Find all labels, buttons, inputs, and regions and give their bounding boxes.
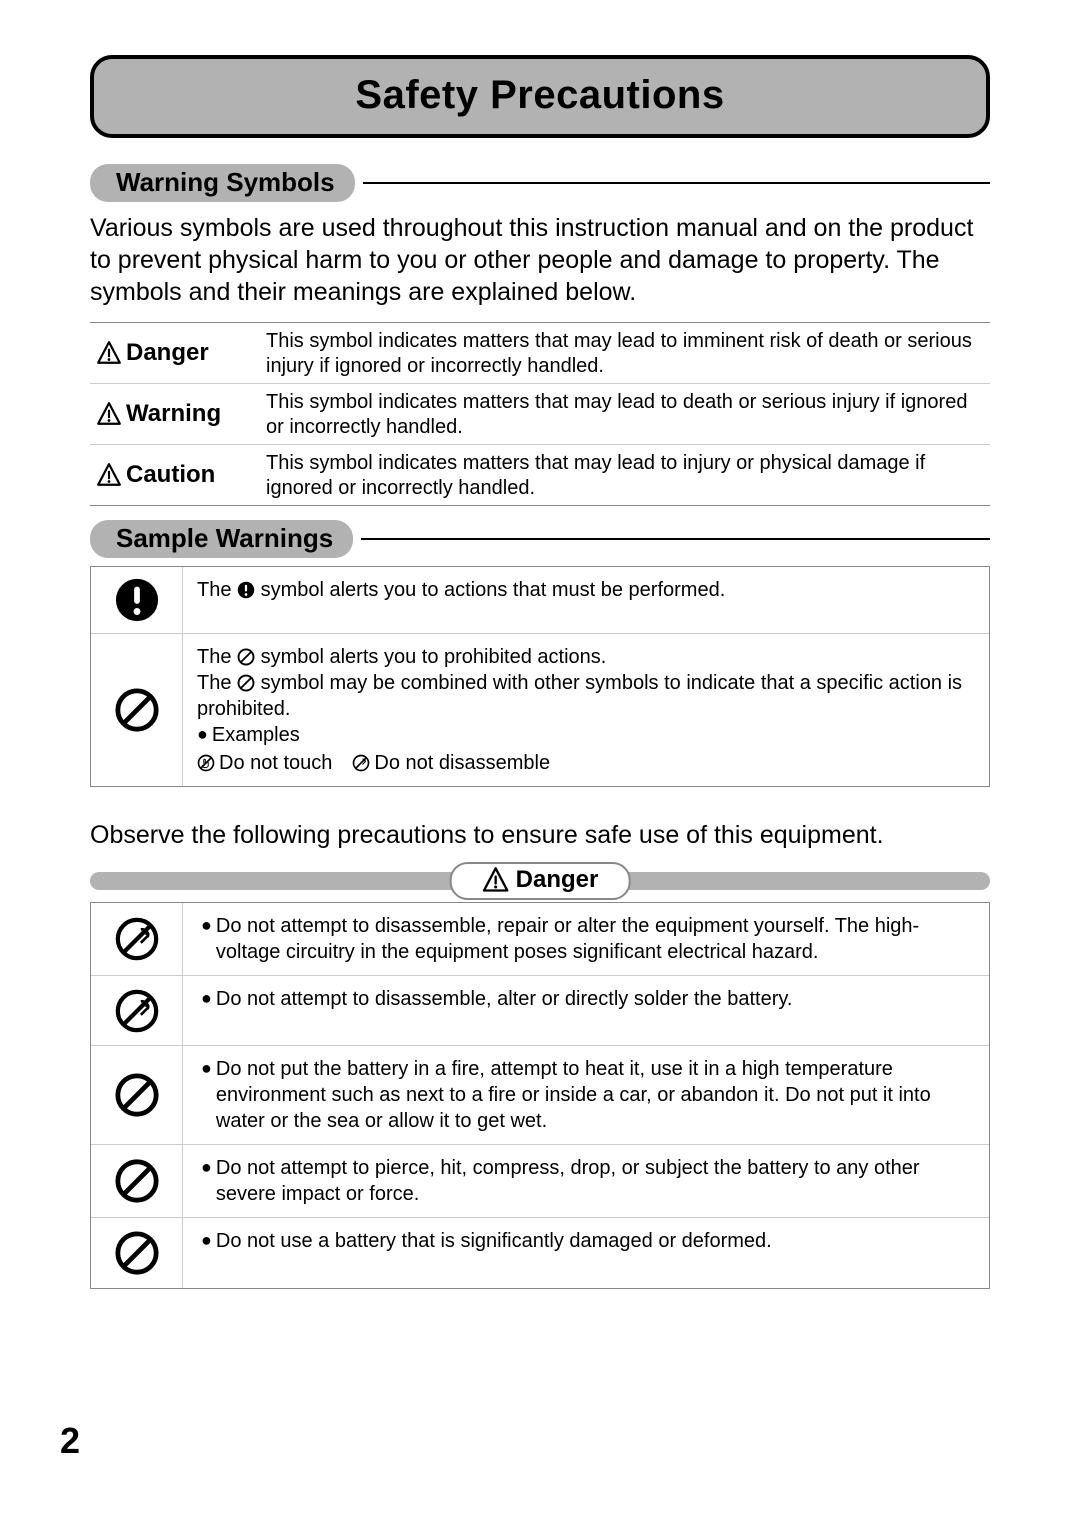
danger-text: ●Do not put the battery in a fire, attem… (183, 1046, 989, 1144)
warning-triangle-icon (482, 866, 510, 894)
sample-warnings-table: The symbol alerts you to actions that mu… (90, 566, 990, 787)
bullet-icon: ● (201, 1228, 212, 1253)
no-disassemble-icon (114, 988, 160, 1034)
prohibit-icon (114, 1230, 160, 1276)
text-fragment: The (197, 646, 237, 668)
danger-row: ●Do not attempt to disassemble, repair o… (91, 903, 989, 976)
section-header-sample-warnings: Sample Warnings (90, 520, 990, 558)
sample-icon-cell (91, 567, 183, 633)
danger-row: ●Do not attempt to disassemble, alter or… (91, 976, 989, 1046)
danger-text: ●Do not use a battery that is significan… (183, 1218, 989, 1288)
text-fragment: symbol may be combined with other symbol… (197, 672, 962, 720)
section-rule (363, 182, 990, 184)
danger-icon-cell (91, 903, 183, 975)
danger-icon-cell (91, 1046, 183, 1144)
danger-text: ●Do not attempt to disassemble, repair o… (183, 903, 989, 975)
definition-label: Caution (96, 449, 266, 501)
prohibit-icon (114, 1158, 160, 1204)
warning-triangle-icon (96, 462, 122, 488)
danger-row: ●Do not use a battery that is significan… (91, 1218, 989, 1288)
no-disassemble-icon (352, 754, 370, 772)
prohibit-icon (237, 648, 255, 666)
sample-row-prohibited: The symbol alerts you to prohibited acti… (91, 634, 989, 786)
bullet-icon: ● (201, 1155, 212, 1180)
example-no-touch: Do not touch (197, 750, 332, 776)
danger-row: ●Do not attempt to pierce, hit, compress… (91, 1145, 989, 1218)
bullet-icon: ● (201, 1056, 212, 1081)
definition-text: This symbol indicates matters that may l… (266, 388, 984, 440)
definition-label-text: Warning (126, 400, 221, 428)
example-no-disassemble: Do not disassemble (352, 750, 550, 776)
definition-label: Warning (96, 388, 266, 440)
sample-row-mandatory: The symbol alerts you to actions that mu… (91, 567, 989, 634)
definition-text: This symbol indicates matters that may l… (266, 449, 984, 501)
bullet-icon: ● (201, 986, 212, 1011)
section-header-warning-symbols: Warning Symbols (90, 164, 990, 202)
danger-icon-cell (91, 1218, 183, 1288)
text-fragment: The (197, 672, 237, 694)
page: Safety Precautions Warning Symbols Vario… (0, 0, 1080, 1522)
danger-heading-bar: Danger (90, 862, 990, 902)
observe-text: Observe the following precautions to ens… (90, 821, 990, 850)
title-box: Safety Precautions (90, 55, 990, 138)
sample-icon-cell (91, 634, 183, 786)
page-number: 2 (60, 1420, 80, 1462)
mandatory-action-icon (237, 581, 255, 599)
bullet-icon: ● (201, 913, 212, 938)
danger-item-text: Do not attempt to disassemble, alter or … (216, 986, 793, 1012)
no-disassemble-icon (114, 916, 160, 962)
mandatory-action-icon (114, 577, 160, 623)
text-fragment: symbol alerts you to actions that must b… (255, 579, 725, 601)
danger-text: ●Do not attempt to disassemble, alter or… (183, 976, 989, 1045)
danger-item-text: Do not put the battery in a fire, attemp… (216, 1056, 971, 1134)
section-heading: Warning Symbols (90, 164, 355, 202)
definition-row-caution: Caution This symbol indicates matters th… (90, 445, 990, 505)
text-fragment: symbol alerts you to prohibited actions. (255, 646, 606, 668)
example-text: Do not touch (219, 750, 332, 776)
examples-label: Examples (212, 722, 300, 748)
definition-text: This symbol indicates matters that may l… (266, 327, 984, 379)
definition-label: Danger (96, 327, 266, 379)
intro-text: Various symbols are used throughout this… (90, 212, 990, 308)
danger-text: ●Do not attempt to pierce, hit, compress… (183, 1145, 989, 1217)
definition-label-text: Caution (126, 461, 215, 489)
danger-item-text: Do not attempt to pierce, hit, compress,… (216, 1155, 971, 1207)
bullet-icon: ● (197, 722, 208, 747)
definition-label-text: Danger (126, 339, 209, 367)
danger-row: ●Do not put the battery in a fire, attem… (91, 1046, 989, 1145)
no-touch-icon (197, 754, 215, 772)
section-rule (361, 538, 990, 540)
warning-triangle-icon (96, 401, 122, 427)
danger-icon-cell (91, 976, 183, 1045)
section-heading: Sample Warnings (90, 520, 353, 558)
danger-table: ●Do not attempt to disassemble, repair o… (90, 902, 990, 1289)
prohibit-icon (114, 1072, 160, 1118)
danger-item-text: Do not use a battery that is significant… (216, 1228, 772, 1254)
danger-icon-cell (91, 1145, 183, 1217)
sample-text: The symbol alerts you to actions that mu… (183, 567, 989, 633)
prohibit-icon (114, 687, 160, 733)
sample-text: The symbol alerts you to prohibited acti… (183, 634, 989, 786)
text-fragment: The (197, 579, 237, 601)
definition-row-warning: Warning This symbol indicates matters th… (90, 384, 990, 445)
definition-row-danger: Danger This symbol indicates matters tha… (90, 323, 990, 384)
danger-item-text: Do not attempt to disassemble, repair or… (216, 913, 971, 965)
prohibit-icon (237, 674, 255, 692)
warning-triangle-icon (96, 340, 122, 366)
example-text: Do not disassemble (374, 750, 550, 776)
page-title: Safety Precautions (94, 73, 986, 118)
danger-pill: Danger (450, 862, 631, 900)
danger-heading-text: Danger (516, 866, 599, 894)
definitions-table: Danger This symbol indicates matters tha… (90, 322, 990, 506)
